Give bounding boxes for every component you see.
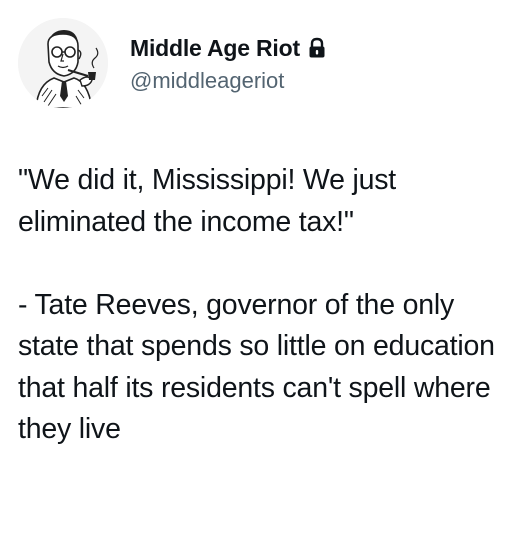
tweet-header: Middle Age Riot @middleageriot (18, 18, 326, 108)
man-with-pipe-icon (18, 18, 108, 108)
tweet-quote: "We did it, Mississippi! We just elimina… (18, 164, 404, 238)
tweet-attribution: - Tate Reeves, governor of the only stat… (18, 288, 503, 446)
user-handle[interactable]: @middleageriot (130, 68, 326, 94)
tweet-card: Middle Age Riot @middleageriot "We did i… (0, 0, 517, 541)
lock-icon (308, 37, 326, 59)
tweet-text: "We did it, Mississippi! We just elimina… (18, 160, 508, 451)
author-names: Middle Age Riot @middleageriot (130, 32, 326, 94)
avatar[interactable] (18, 18, 108, 108)
display-name[interactable]: Middle Age Riot (130, 35, 300, 62)
display-name-row: Middle Age Riot (130, 32, 326, 64)
